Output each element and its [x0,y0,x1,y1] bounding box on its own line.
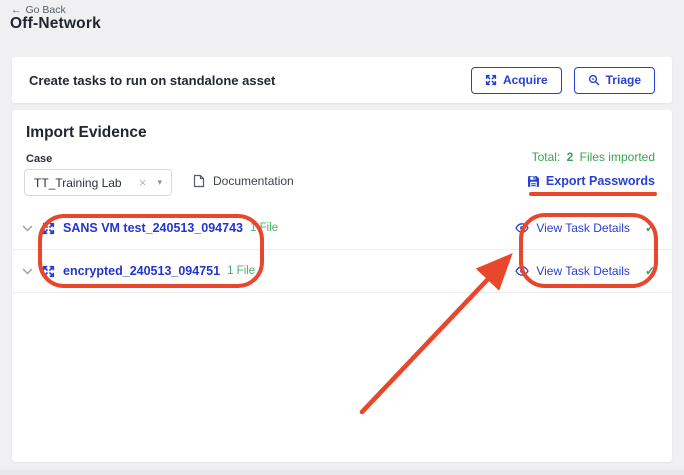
save-icon [527,175,540,188]
evidence-file-count: 1 File [227,265,255,277]
total-suffix: Files imported [580,150,655,164]
acquire-icon [485,74,497,86]
case-select[interactable]: TT_Training Lab × ▾ [24,169,172,196]
evidence-acquire-icon [42,265,55,278]
triage-button-label: Triage [606,73,641,87]
eye-icon [515,223,529,233]
eye-icon [515,266,529,276]
document-icon [193,174,205,188]
evidence-file-count: 1 File [250,222,278,234]
evidence-row: SANS VM test_240513_094743 1 File View T… [12,207,672,250]
acquire-button-label: Acquire [503,73,548,87]
view-task-details-link[interactable]: View Task Details [536,264,630,278]
page-title: Off-Network [10,15,101,33]
task-bar-actions: Acquire Triage [471,67,655,94]
dropdown-caret-icon[interactable]: ▾ [157,177,162,188]
triage-icon [588,74,600,86]
check-icon: ✓ [645,264,655,278]
evidence-name-link[interactable]: SANS VM test_240513_094743 [63,221,243,235]
view-task-details-link[interactable]: View Task Details [536,221,630,235]
export-passwords-label: Export Passwords [546,174,655,188]
clear-icon[interactable]: × [139,175,147,190]
export-passwords-link[interactable]: Export Passwords [527,174,655,188]
total-count: 2 [567,150,574,164]
total-prefix: Total: [532,150,561,164]
evidence-row: encrypted_240513_094751 1 File View Task… [12,250,672,293]
standalone-task-bar: Create tasks to run on standalone asset … [12,57,672,103]
acquire-button[interactable]: Acquire [471,67,562,94]
chevron-down-icon[interactable] [22,225,33,232]
evidence-acquire-icon [42,222,55,235]
case-select-value: TT_Training Lab [34,176,139,190]
task-bar-label: Create tasks to run on standalone asset [29,73,275,88]
check-icon: ✓ [645,221,655,235]
evidence-list: SANS VM test_240513_094743 1 File View T… [12,207,672,293]
total-files-imported: Total: 2 Files imported [532,150,655,164]
documentation-link[interactable]: Documentation [193,174,294,188]
import-evidence-title: Import Evidence [26,124,147,142]
case-label: Case [26,153,52,165]
window-bottom-edge [0,470,684,475]
documentation-label: Documentation [213,174,294,188]
chevron-down-icon[interactable] [22,268,33,275]
triage-button[interactable]: Triage [574,67,655,94]
evidence-name-link[interactable]: encrypted_240513_094751 [63,264,220,278]
